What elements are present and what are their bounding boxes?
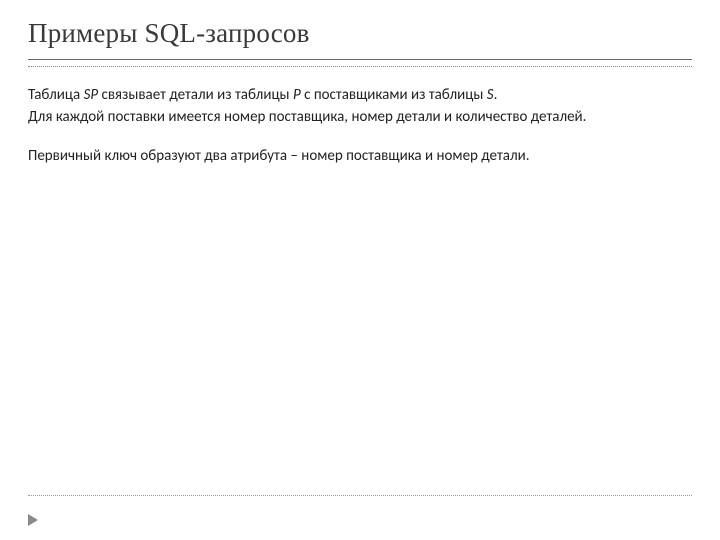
paragraph-2: Для каждой поставки имеется номер постав…: [28, 107, 692, 127]
slide: Примеры SQL-запросов Таблица SP связывае…: [0, 0, 720, 540]
table-s: S: [487, 86, 494, 104]
body-text: Таблица SP связывает детали из таблицы P…: [28, 85, 692, 166]
title-rule-solid: [28, 59, 692, 60]
text: .: [494, 86, 498, 104]
paragraph-3: Первичный ключ образуют два атрибута – н…: [28, 146, 692, 166]
slide-title: Примеры SQL-запросов: [28, 18, 692, 49]
table-sp: SP: [84, 86, 99, 104]
table-p: P: [293, 86, 301, 104]
paragraph-1: Таблица SP связывает детали из таблицы P…: [28, 85, 692, 105]
footer-rule: [28, 495, 692, 496]
text: Таблица: [28, 86, 84, 104]
text: связывает детали из таблицы: [98, 86, 293, 104]
chevron-right-icon: [28, 514, 38, 526]
text: с поставщиками из таблицы: [301, 86, 487, 104]
title-rule-dotted: [28, 66, 692, 67]
